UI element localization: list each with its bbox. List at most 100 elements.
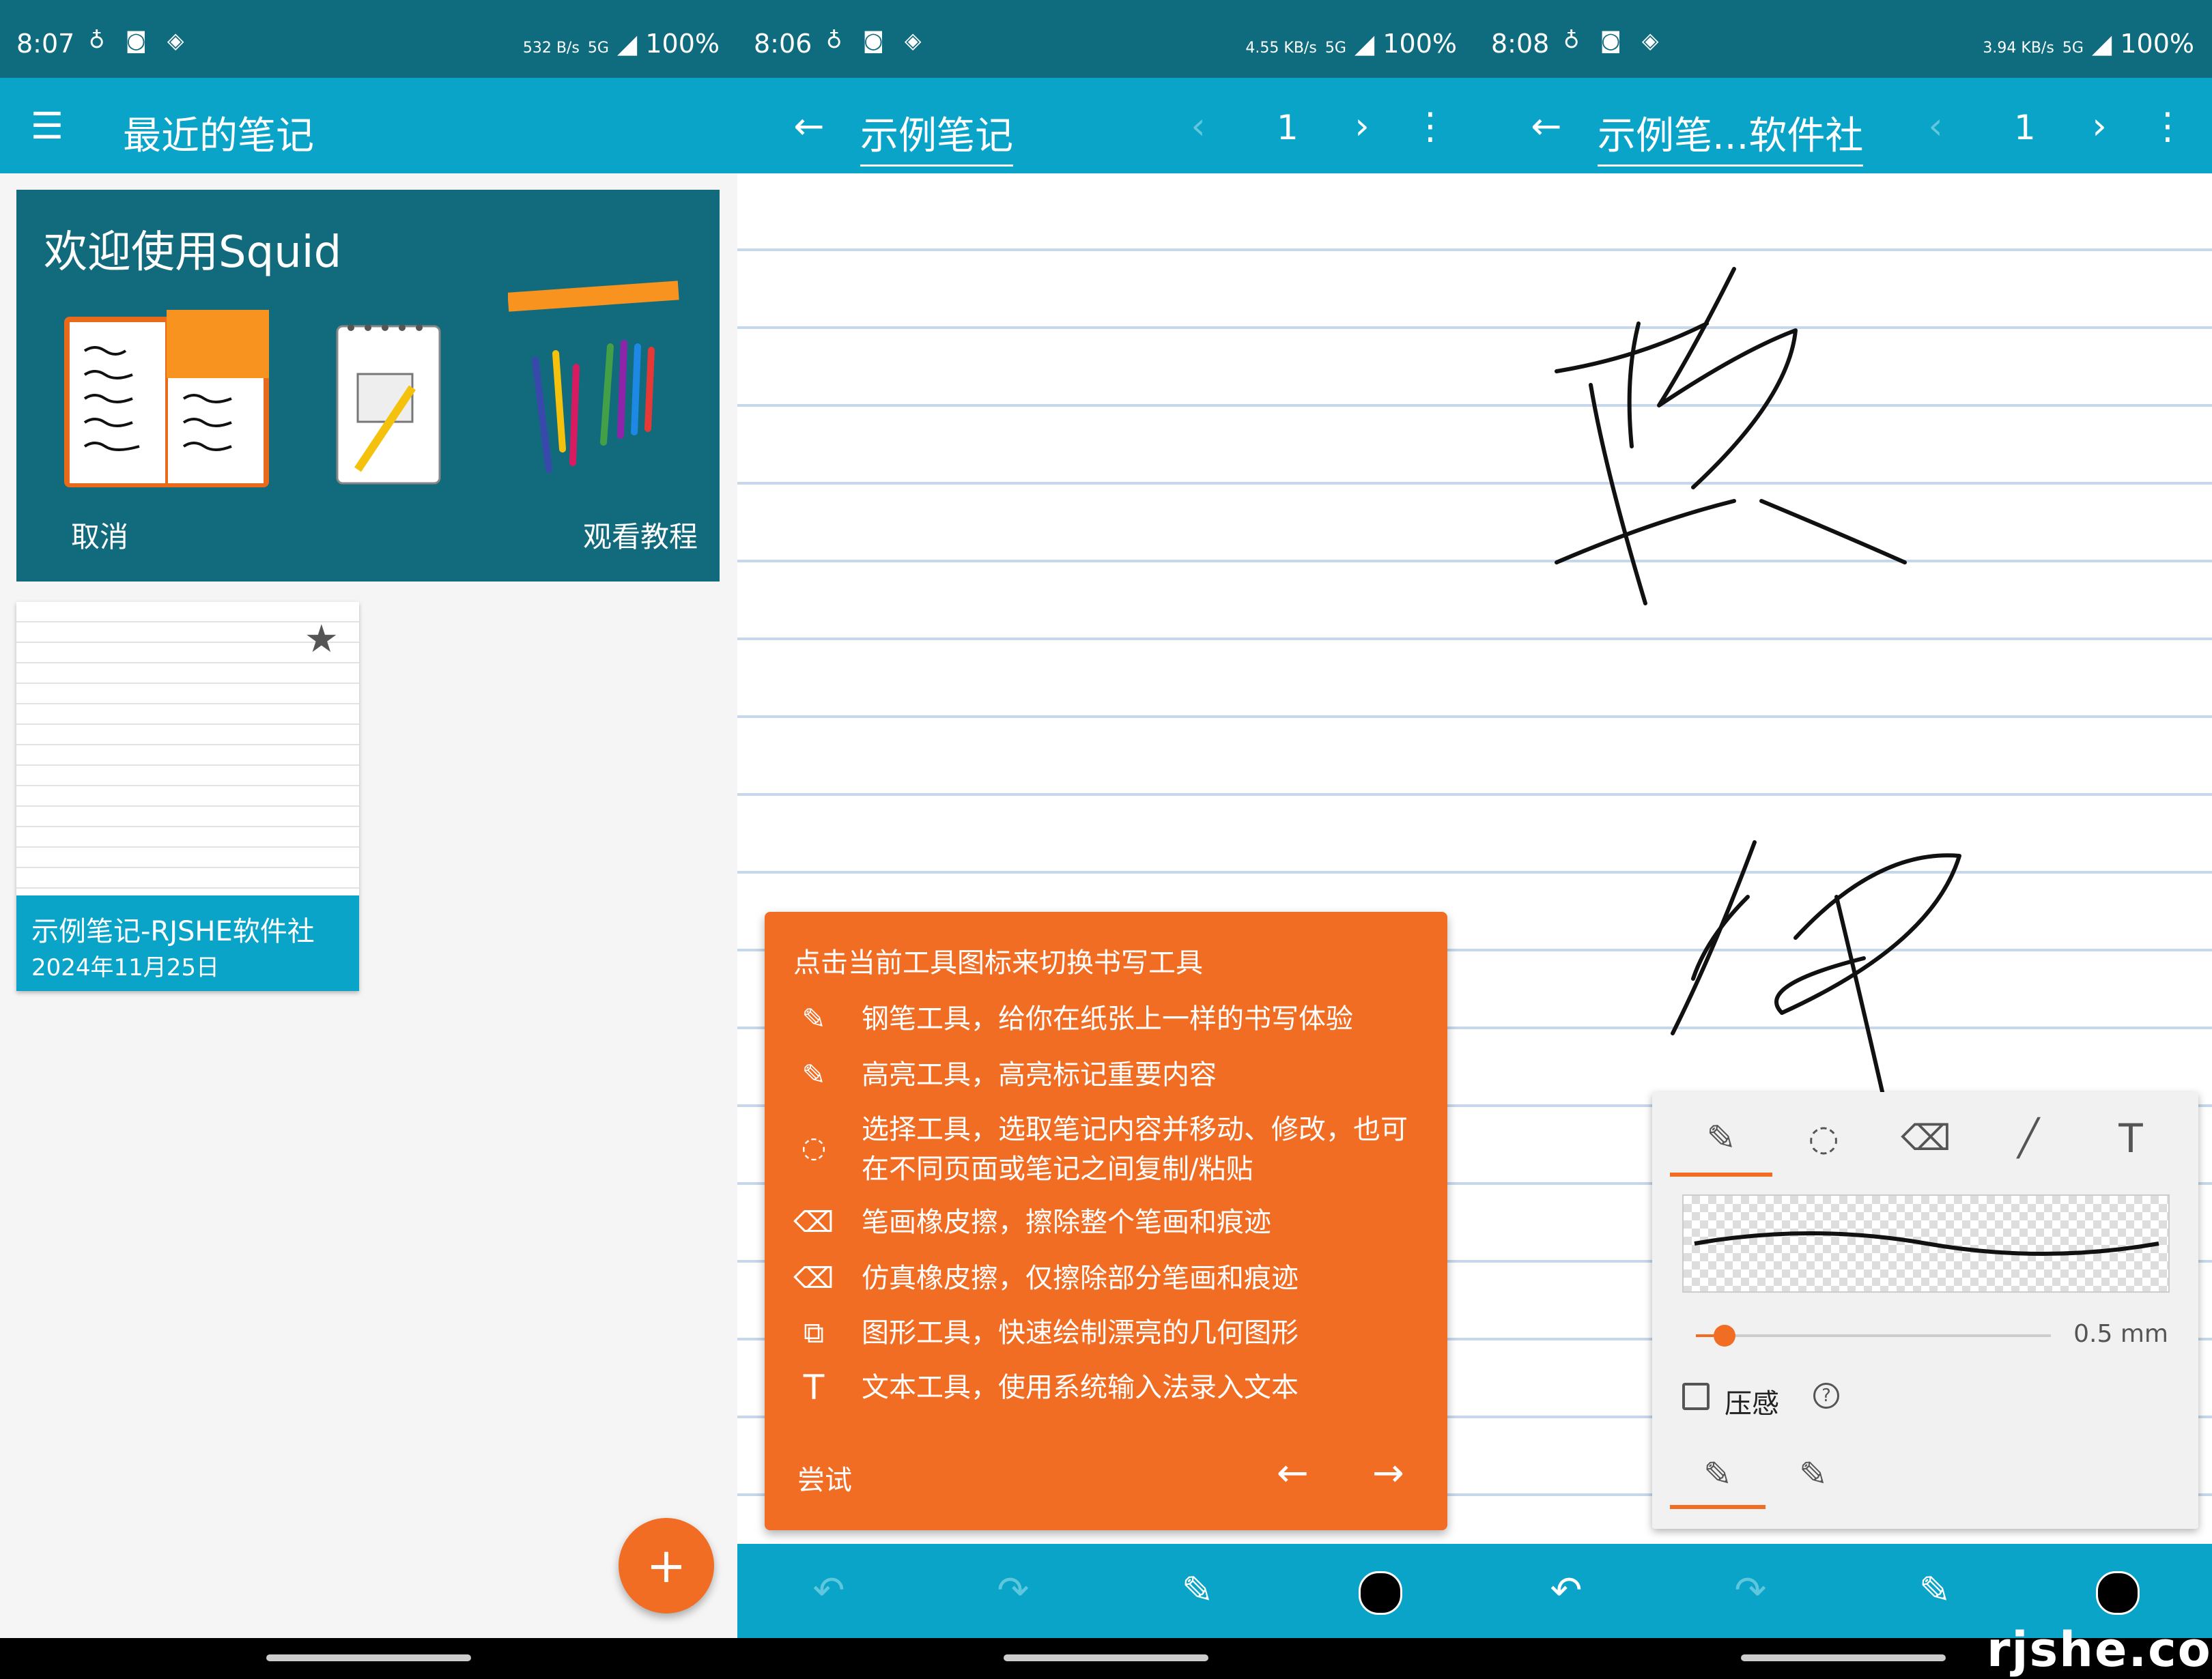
highlighter-icon: ✎ [802, 1058, 826, 1091]
stroke-preview-line [1694, 1231, 2159, 1256]
battery-level: 100% [1382, 29, 1457, 59]
text-icon: T [803, 1368, 825, 1407]
tutorial-item-text: 钢笔工具，给你在纸张上一样的书写体验 [862, 1003, 1353, 1035]
eraser-icon[interactable]: ⌫ [1875, 1104, 1977, 1173]
note-title-field[interactable]: 示例笔...软件社 [1598, 105, 1864, 167]
redo-icon[interactable]: ↷ [986, 1567, 1040, 1615]
note-date: 2024年11月25日 [31, 954, 220, 981]
status-time: 8:07 [16, 29, 75, 59]
gesture-bar [737, 1638, 1475, 1679]
status-time: 8:06 [754, 29, 812, 59]
note-card-footer: 示例笔记-RJSHE软件社 2024年11月25日 [16, 895, 359, 991]
network-type: 5G [2062, 40, 2084, 57]
network-speed: 4.55 KB/s [1245, 40, 1317, 57]
prev-page-icon[interactable]: ‹ [1912, 102, 1959, 150]
more-options-icon[interactable]: ⋮ [2144, 102, 2192, 150]
network-speed: 3.94 KB/s [1983, 40, 2054, 57]
tutorial-item-text: 文本工具，使用系统输入法录入文本 [862, 1372, 1299, 1403]
highlighter-variant-icon[interactable]: ✎ [1766, 1444, 1861, 1505]
try-button[interactable]: 尝试 [797, 1458, 852, 1497]
add-note-button[interactable]: + [619, 1518, 714, 1613]
home-indicator[interactable] [266, 1654, 471, 1661]
pen-tool-icon[interactable]: ✎ [1170, 1567, 1225, 1615]
page-number: 1 [2014, 108, 2036, 147]
tutorial-item-text: 图形工具，快速绘制漂亮的几何图形 [862, 1317, 1299, 1349]
network-type: 5G [1324, 40, 1346, 57]
menu-icon[interactable]: ☰ [23, 102, 71, 150]
welcome-title: 欢迎使用Squid [44, 227, 342, 278]
partial-eraser-icon: ⌫ [793, 1261, 834, 1295]
undo-icon[interactable]: ↶ [802, 1567, 856, 1615]
status-notification-icons: ♁ ◙ ◈ [89, 27, 191, 53]
note-title: 示例笔记-RJSHE软件社 [31, 916, 315, 947]
status-notification-icons: ♁ ◙ ◈ [826, 27, 928, 53]
add-page-icon[interactable]: › [2075, 102, 2123, 150]
stroke-size-slider[interactable] [1696, 1325, 2051, 1347]
stroke-preview [1682, 1194, 2170, 1293]
pressure-checkbox[interactable] [1682, 1383, 1710, 1410]
signal-icon: ◢ [617, 29, 638, 59]
welcome-card: 欢迎使用Squid 取消 观看教程 [16, 190, 720, 582]
status-bar: 8:08 ♁ ◙ ◈ 3.94 KB/s 5G ◢ 100% [1475, 0, 2212, 78]
more-options-icon[interactable]: ⋮ [1406, 102, 1454, 150]
status-right: 4.55 KB/s 5G ◢ 100% [1245, 29, 1457, 59]
note-editor-pen-settings-screen: 8:08 ♁ ◙ ◈ 3.94 KB/s 5G ◢ 100% ← 示例笔...软… [1475, 0, 2212, 1679]
watch-tutorial-button[interactable]: 观看教程 [583, 514, 698, 556]
tutorial-popup: 点击当前工具图标来切换书写工具 ✎ 钢笔工具，给你在纸张上一样的书写体验 ✎ 高… [765, 912, 1447, 1530]
status-notification-icons: ♁ ◙ ◈ [1563, 27, 1666, 53]
slider-handle[interactable] [1714, 1325, 1735, 1347]
tutorial-next-icon[interactable]: → [1372, 1451, 1404, 1495]
color-picker-button[interactable] [1359, 1571, 1402, 1615]
tutorial-heading: 点击当前工具图标来切换书写工具 [793, 947, 1203, 979]
ruler-pencils-illustration [508, 281, 679, 473]
color-picker-button[interactable] [2096, 1571, 2140, 1615]
status-bar: 8:06 ♁ ◙ ◈ 4.55 KB/s 5G ◢ 100% [737, 0, 1475, 78]
tutorial-item-text: 高亮工具，高亮标记重要内容 [862, 1059, 1217, 1091]
app-bar: ← 示例笔...软件社 ‹ 1 › ⋮ [1475, 78, 2212, 173]
back-arrow-icon[interactable]: ← [1522, 102, 1570, 150]
site-watermark: rjshe.com [1987, 1622, 2212, 1678]
app-bar: ☰ 最近的笔记 [0, 78, 737, 173]
note-card[interactable]: ★ 示例笔记-RJSHE软件社 2024年11月25日 [16, 602, 359, 991]
prev-page-icon[interactable]: ‹ [1174, 102, 1222, 150]
network-speed: 532 B/s [522, 40, 580, 57]
tutorial-item-text: 选择工具，选取笔记内容并移动、修改，也可在不同页面或笔记之间复制/粘贴 [862, 1114, 1408, 1185]
notebook-illustration [64, 310, 269, 487]
recent-notes-screen: 8:07 ♁ ◙ ◈ 532 B/s 5G ◢ 100% ☰ 最近的笔记 欢迎使… [0, 0, 737, 1679]
add-page-icon[interactable]: › [1338, 102, 1386, 150]
stroke-eraser-icon: ⌫ [793, 1205, 834, 1239]
pen-tool-icon[interactable]: ✎ [1908, 1567, 1962, 1615]
notepad-pencil-illustration [336, 324, 441, 485]
status-right: 3.94 KB/s 5G ◢ 100% [1983, 29, 2194, 59]
bottom-toolbar: ↶ ↷ ✎ [737, 1544, 1475, 1638]
pen-tool-icon[interactable]: ✎ [1670, 1104, 1772, 1177]
lasso-icon: ◌ [801, 1130, 827, 1164]
help-icon[interactable]: ? [1813, 1383, 1839, 1409]
redo-icon[interactable]: ↷ [1723, 1567, 1778, 1615]
undo-icon[interactable]: ↶ [1539, 1567, 1593, 1615]
star-icon[interactable]: ★ [304, 617, 339, 661]
note-editor-tutorial-screen: 8:06 ♁ ◙ ◈ 4.55 KB/s 5G ◢ 100% ← 示例笔记 ‹ … [737, 0, 1475, 1679]
home-indicator[interactable] [1741, 1654, 1946, 1661]
pressure-label: 压感 [1725, 1388, 1779, 1420]
pen-variant-icon[interactable]: ✎ [1670, 1444, 1766, 1509]
tutorial-prev-icon[interactable]: ← [1277, 1451, 1309, 1495]
battery-level: 100% [645, 29, 720, 59]
line-tool-icon[interactable]: ╱ [1977, 1104, 2080, 1173]
tutorial-item-text: 仿真橡皮擦，仅擦除部分笔画和痕迹 [862, 1263, 1299, 1294]
pen-settings-panel: ✎ ◌ ⌫ ╱ T 0.5 mm 压感 ? ✎ ✎ [1652, 1092, 2198, 1529]
slider-fill [1696, 1334, 1714, 1337]
status-right: 532 B/s 5G ◢ 100% [523, 29, 720, 59]
handwriting-strokes [1555, 267, 1961, 1129]
stroke-size-label: 0.5 mm [2073, 1320, 2168, 1348]
app-bar: ← 示例笔记 ‹ 1 › ⋮ [737, 78, 1475, 173]
text-tool-icon[interactable]: T [2080, 1104, 2182, 1173]
tutorial-item-text: 笔画橡皮擦，擦除整个笔画和痕迹 [862, 1207, 1271, 1238]
lasso-icon[interactable]: ◌ [1772, 1104, 1875, 1173]
cancel-button[interactable]: 取消 [71, 514, 128, 556]
home-indicator[interactable] [1004, 1654, 1208, 1661]
back-arrow-icon[interactable]: ← [785, 102, 833, 150]
battery-level: 100% [2120, 29, 2194, 59]
note-title-field[interactable]: 示例笔记 [860, 105, 1013, 167]
network-type: 5G [587, 40, 609, 57]
